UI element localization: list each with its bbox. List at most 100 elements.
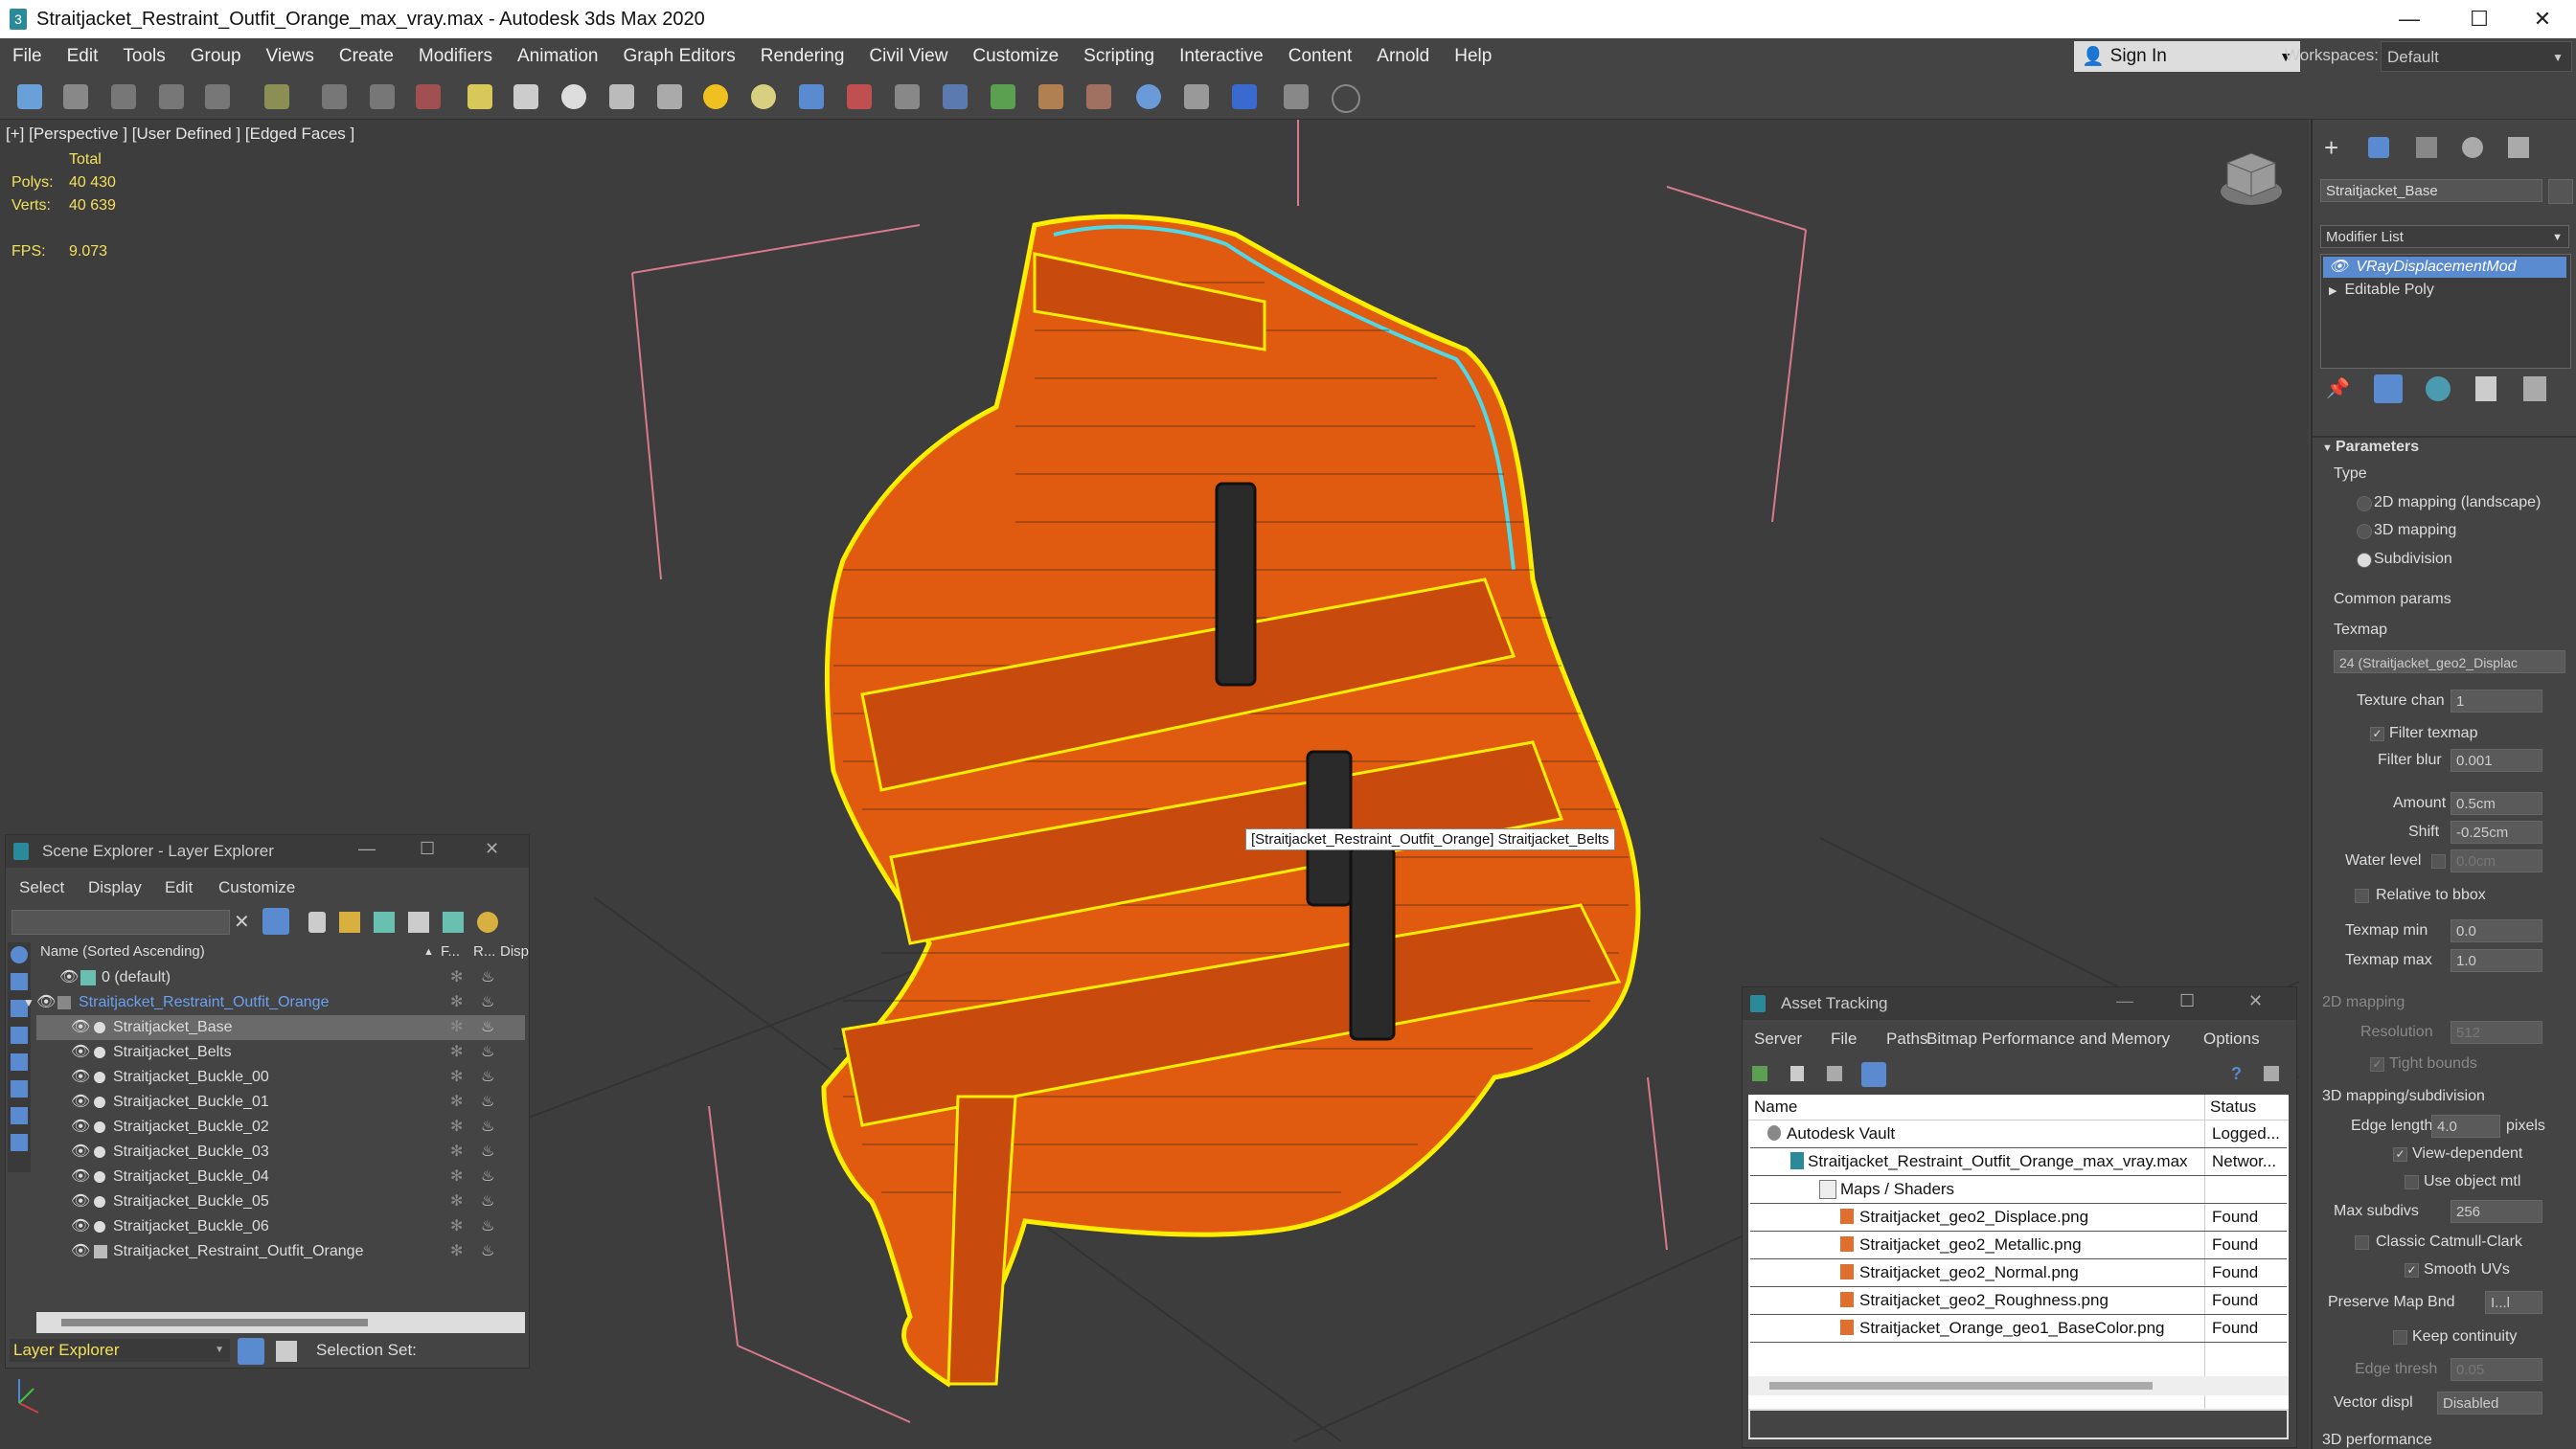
eye-icon[interactable]: 👁 bbox=[71, 1239, 90, 1264]
create-geosphere-icon[interactable] bbox=[561, 84, 586, 109]
highlight-icon[interactable] bbox=[477, 912, 498, 933]
list-item[interactable]: 👁 Straitjacket_Buckle_06 ✻ ♨ bbox=[36, 1214, 525, 1239]
geometry-filter-icon[interactable] bbox=[11, 946, 28, 963]
eye-icon[interactable]: 👁 bbox=[2329, 259, 2348, 275]
radio-2d-mapping[interactable] bbox=[2357, 496, 2372, 511]
workspace-dropdown[interactable]: Default ▼ bbox=[2381, 41, 2572, 72]
eye-icon[interactable]: 👁 bbox=[71, 1090, 90, 1115]
freeze-icon[interactable]: ✻ bbox=[450, 1239, 463, 1264]
texmap-max-spinner[interactable]: 1.0 bbox=[2451, 949, 2542, 972]
clear-search-icon[interactable]: ✕ bbox=[234, 910, 250, 934]
horizontal-scrollbar[interactable] bbox=[1748, 1376, 2289, 1395]
list-view-icon[interactable] bbox=[1790, 1066, 1804, 1081]
display-tab-icon[interactable] bbox=[2508, 137, 2529, 158]
create-torus-icon[interactable] bbox=[609, 84, 634, 109]
water-level-spinner[interactable]: 0.0cm bbox=[2451, 849, 2542, 872]
select-move-icon[interactable] bbox=[416, 84, 441, 109]
list-item[interactable]: 👁 Straitjacket_Buckle_05 ✻ ♨ bbox=[36, 1189, 525, 1214]
refresh-icon[interactable] bbox=[1752, 1066, 1767, 1081]
freeze-icon[interactable]: ✻ bbox=[450, 1040, 463, 1065]
create-tab-icon[interactable]: + bbox=[2324, 135, 2345, 160]
create-box-icon[interactable] bbox=[467, 84, 492, 109]
curve-editor-icon[interactable] bbox=[1038, 84, 1063, 109]
select-by-name-icon[interactable] bbox=[370, 84, 395, 109]
close-button[interactable]: ✕ bbox=[2248, 991, 2263, 1011]
shift-spinner[interactable]: -0.25cm bbox=[2451, 821, 2542, 844]
render-teapot-icon[interactable]: ♨ bbox=[481, 1115, 494, 1140]
freeze-icon[interactable]: ✻ bbox=[450, 1090, 463, 1115]
asset-row[interactable]: Autodesk Vault Logged... bbox=[1750, 1120, 2287, 1148]
column-name[interactable]: Name bbox=[1754, 1095, 1797, 1120]
create-cone-icon[interactable] bbox=[657, 84, 682, 109]
column-display[interactable]: Disp bbox=[500, 940, 529, 963]
freeze-icon[interactable]: ✻ bbox=[450, 1140, 463, 1165]
list-item[interactable]: 👁 Straitjacket_Buckle_03 ✻ ♨ bbox=[36, 1140, 525, 1165]
filter-icon[interactable] bbox=[262, 908, 289, 935]
maximize-button[interactable]: ☐ bbox=[2179, 991, 2195, 1011]
parameters-rollout[interactable]: ▼ Parameters bbox=[2322, 439, 2419, 456]
show-end-result-icon[interactable] bbox=[2374, 374, 2403, 403]
edge-length-spinner[interactable]: 4.0 bbox=[2431, 1115, 2500, 1138]
add-layer-icon[interactable] bbox=[339, 912, 360, 933]
menu-file[interactable]: File bbox=[0, 46, 55, 67]
eye-icon[interactable]: 👁 bbox=[71, 1214, 90, 1239]
filter-texmap-checkbox[interactable]: ✓ bbox=[2370, 727, 2384, 741]
menu-create[interactable]: Create bbox=[327, 46, 406, 67]
menu-server[interactable]: Server bbox=[1754, 1030, 1802, 1049]
radio-3d-mapping[interactable] bbox=[2357, 524, 2372, 539]
redo-icon[interactable] bbox=[63, 84, 88, 109]
use-object-mtl-checkbox[interactable] bbox=[2405, 1175, 2419, 1189]
maximize-button[interactable]: ☐ bbox=[2446, 0, 2513, 38]
tree-view-icon[interactable] bbox=[1861, 1062, 1886, 1087]
explorer-type-dropdown[interactable]: Layer Explorer ▼ bbox=[10, 1339, 230, 1362]
water-level-checkbox[interactable] bbox=[2431, 854, 2446, 869]
asset-row[interactable]: Straitjacket_geo2_Metallic.png Found bbox=[1750, 1231, 2287, 1259]
unlink-icon[interactable] bbox=[159, 84, 184, 109]
menu-civil-view[interactable]: Civil View bbox=[856, 46, 960, 67]
configure-modifier-sets-icon[interactable] bbox=[2523, 376, 2546, 401]
list-item-selected[interactable]: 👁 Straitjacket_Base ✻ ♨ bbox=[36, 1015, 525, 1040]
helpers-filter-icon[interactable] bbox=[11, 1053, 28, 1071]
maximize-button[interactable]: ☐ bbox=[420, 839, 435, 859]
help-icon[interactable] bbox=[1332, 84, 1360, 113]
column-frozen[interactable]: F... bbox=[441, 940, 460, 963]
layer-manager-icon[interactable] bbox=[991, 84, 1015, 109]
hierarchy-toggle-icon[interactable] bbox=[276, 1341, 297, 1362]
make-unique-icon[interactable] bbox=[2426, 376, 2451, 401]
menu-graph-editors[interactable]: Graph Editors bbox=[611, 46, 748, 67]
menu-interactive[interactable]: Interactive bbox=[1167, 46, 1276, 67]
freeze-icon[interactable]: ✻ bbox=[450, 1165, 463, 1189]
spacewarps-filter-icon[interactable] bbox=[11, 1080, 28, 1098]
remove-modifier-icon[interactable] bbox=[2475, 376, 2496, 401]
eye-icon[interactable]: 👁 bbox=[71, 1140, 90, 1165]
minimize-button[interactable]: — bbox=[358, 839, 376, 859]
render-teapot-icon[interactable]: ♨ bbox=[481, 1214, 494, 1239]
sun-icon[interactable] bbox=[751, 84, 776, 109]
select-object-icon[interactable] bbox=[322, 84, 347, 109]
keep-continuity-checkbox[interactable] bbox=[2393, 1330, 2407, 1345]
render-teapot-icon[interactable]: ♨ bbox=[481, 1239, 494, 1264]
minimize-button[interactable]: — bbox=[2116, 991, 2133, 1011]
list-item[interactable]: ▼ 👁 Straitjacket_Restraint_Outfit_Orange… bbox=[23, 990, 525, 1015]
list-item[interactable]: 👁 Straitjacket_Buckle_00 ✻ ♨ bbox=[36, 1065, 525, 1090]
eye-icon[interactable]: 👁 bbox=[71, 1115, 90, 1140]
max-subdivs-spinner[interactable]: 256 bbox=[2451, 1200, 2542, 1223]
asset-row[interactable]: Straitjacket_geo2_Roughness.png Found bbox=[1750, 1286, 2287, 1315]
list-item[interactable]: 👁 0 (default) ✻ ♨ bbox=[36, 965, 525, 990]
schematic-view-icon[interactable] bbox=[1086, 84, 1111, 109]
eye-icon[interactable]: 👁 bbox=[71, 1065, 90, 1090]
layer-stack-icon[interactable] bbox=[443, 912, 464, 933]
list-item[interactable]: 👁 Straitjacket_Buckle_04 ✻ ♨ bbox=[36, 1165, 525, 1189]
snap-icon[interactable] bbox=[799, 84, 824, 109]
shapes-filter-icon[interactable] bbox=[11, 973, 28, 990]
menu-group[interactable]: Group bbox=[178, 46, 254, 67]
render-teapot-icon[interactable]: ♨ bbox=[481, 1165, 494, 1189]
render-teapot-icon[interactable]: ♨ bbox=[481, 1065, 494, 1090]
viewport-label[interactable]: [+] [Perspective ] [User Defined ] [Edge… bbox=[6, 125, 354, 144]
modify-tab-icon[interactable] bbox=[2368, 137, 2389, 158]
column-render[interactable]: R... bbox=[473, 940, 495, 963]
smooth-uvs-checkbox[interactable]: ✓ bbox=[2405, 1263, 2419, 1278]
view-dependent-checkbox[interactable]: ✓ bbox=[2393, 1147, 2407, 1162]
menu-select[interactable]: Select bbox=[19, 878, 64, 897]
texmap-button[interactable]: 24 (Straitjacket_geo2_Displac bbox=[2334, 650, 2565, 673]
